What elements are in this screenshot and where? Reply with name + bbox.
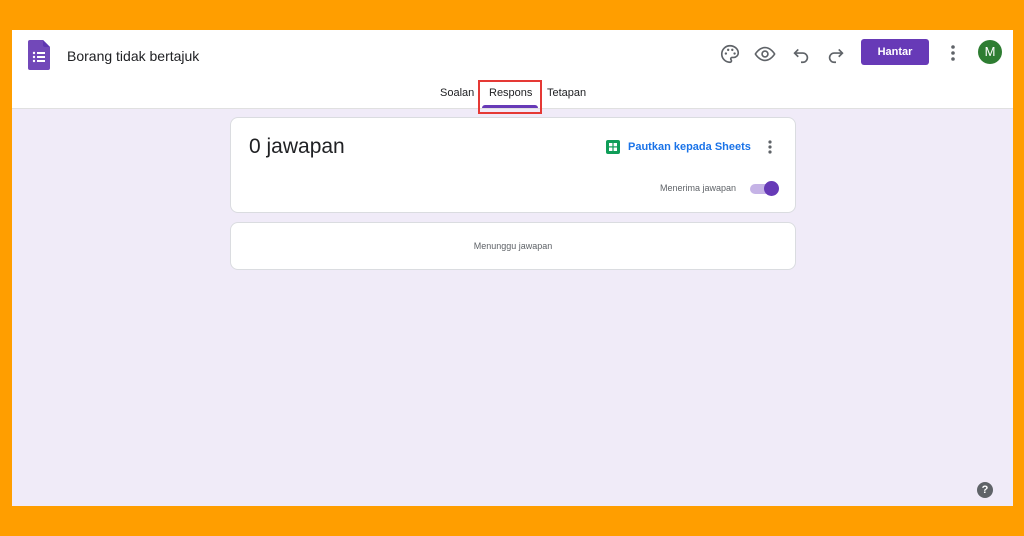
link-to-sheets-button[interactable]: Pautkan kepada Sheets	[606, 140, 751, 154]
more-vert-icon[interactable]	[943, 42, 963, 64]
accepting-responses-toggle[interactable]	[750, 181, 779, 196]
preview-eye-icon[interactable]	[754, 43, 776, 65]
redo-icon[interactable]	[825, 43, 847, 65]
active-tab-indicator	[482, 105, 538, 108]
link-to-sheets-label: Pautkan kepada Sheets	[628, 141, 751, 153]
app-window: Borang tidak bertajuk Hantar M Soalan Re…	[12, 30, 1013, 506]
palette-icon[interactable]	[719, 43, 741, 65]
toggle-thumb	[764, 181, 779, 196]
sheets-icon	[606, 140, 620, 154]
more-options-icon[interactable]	[760, 138, 780, 156]
form-title[interactable]: Borang tidak bertajuk	[67, 48, 199, 64]
undo-icon[interactable]	[790, 43, 812, 65]
send-button[interactable]: Hantar	[861, 39, 929, 65]
google-forms-logo-icon[interactable]	[28, 40, 50, 70]
accepting-responses-label: Menerima jawapan	[660, 183, 737, 193]
tab-questions[interactable]: Soalan	[440, 87, 474, 99]
response-count: 0 jawapan	[249, 135, 345, 158]
responses-summary-card: 0 jawapan Pautkan kepada Sheets Menerima…	[230, 117, 796, 213]
empty-responses-card: Menunggu jawapan	[230, 222, 796, 270]
top-bar: Borang tidak bertajuk Hantar M Soalan Re…	[12, 30, 1013, 114]
avatar[interactable]: M	[978, 40, 1002, 64]
tab-responses[interactable]: Respons	[489, 87, 532, 99]
help-icon[interactable]: ?	[977, 482, 993, 498]
waiting-responses-text: Menunggu jawapan	[473, 241, 553, 251]
tab-settings[interactable]: Tetapan	[547, 87, 586, 99]
